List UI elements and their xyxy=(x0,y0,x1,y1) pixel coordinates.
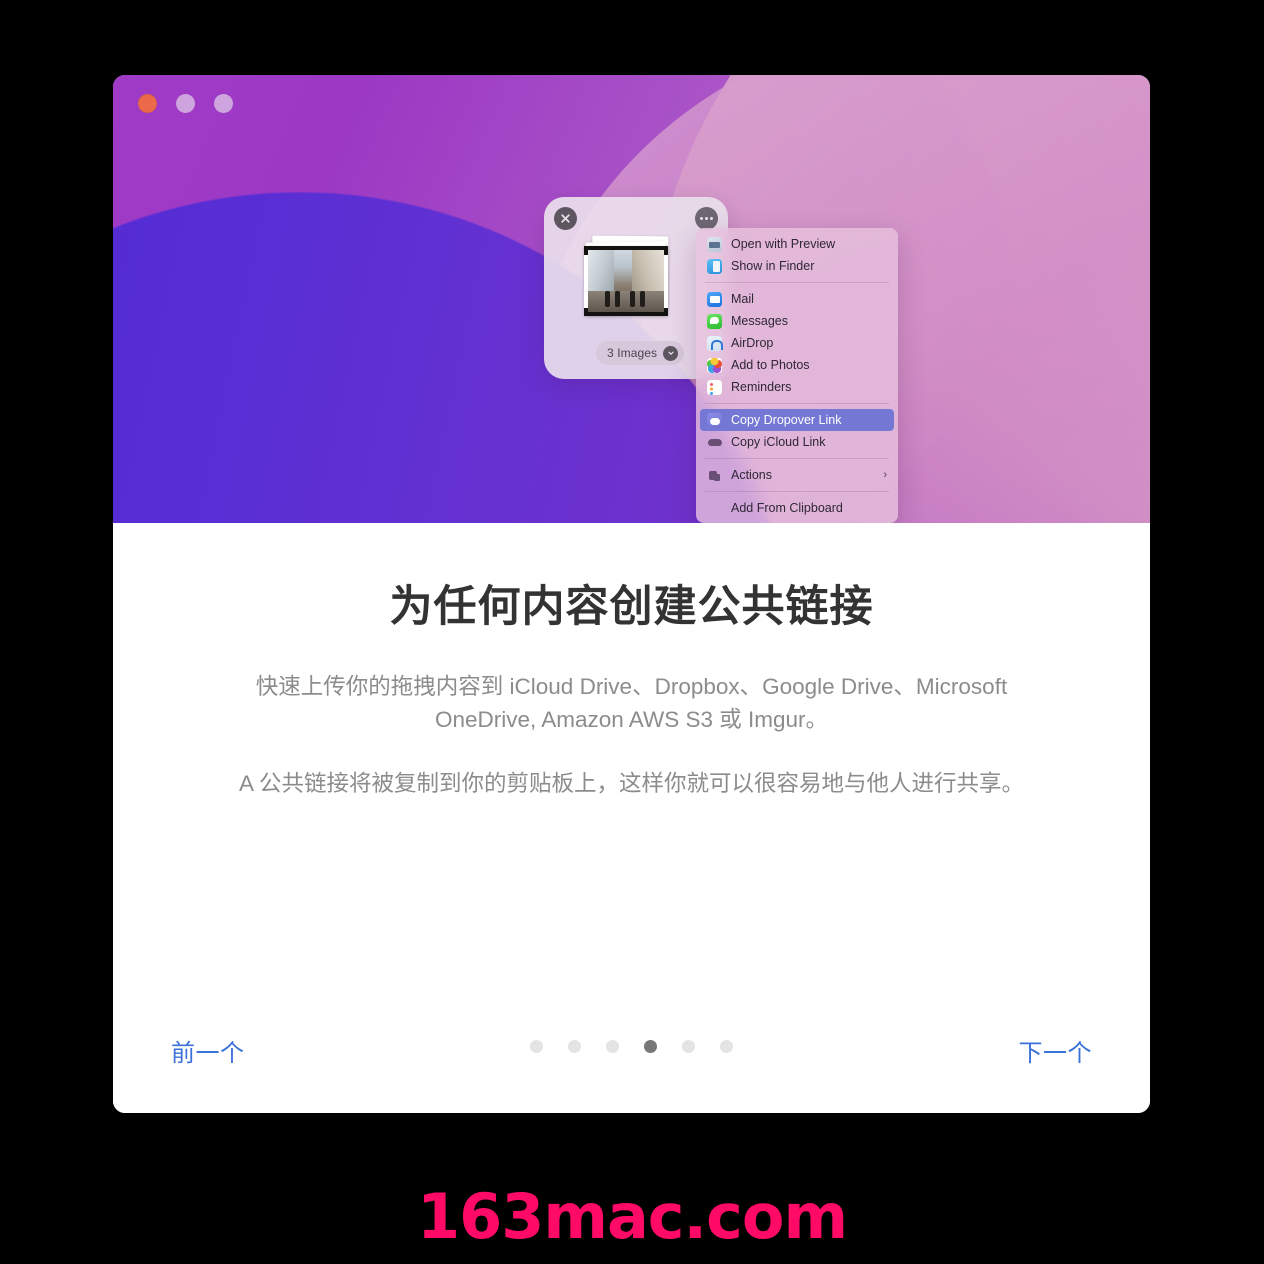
page-dot-5[interactable] xyxy=(682,1040,695,1053)
photos-icon xyxy=(707,357,722,373)
close-icon xyxy=(561,214,570,223)
menu-item-label: AirDrop xyxy=(731,335,774,350)
menu-item-mail[interactable]: Mail xyxy=(700,288,894,310)
minimize-button[interactable] xyxy=(176,94,195,113)
shelf-close-icon[interactable] xyxy=(554,207,577,230)
menu-item-open-with-preview[interactable]: Open with Preview xyxy=(700,233,894,255)
menu-item-label: Mail xyxy=(731,291,754,306)
image-stack-thumbnail[interactable] xyxy=(582,235,674,322)
photo-figure xyxy=(615,291,621,308)
page-dot-4[interactable] xyxy=(644,1040,657,1053)
blank-icon xyxy=(707,501,722,516)
page-title: 为任何内容创建公共链接 xyxy=(389,583,874,631)
window-controls xyxy=(138,94,233,113)
menu-item-label: Show in Finder xyxy=(731,258,815,273)
menu-separator xyxy=(705,282,889,283)
photo-building-left xyxy=(588,250,614,295)
photo-figure xyxy=(629,291,635,308)
menu-item-add-from-clipboard[interactable]: Add From Clipboard xyxy=(700,497,894,519)
menu-item-add-to-photos[interactable]: Add to Photos xyxy=(700,354,894,376)
menu-item-copy-dropover-link[interactable]: Copy Dropover Link xyxy=(700,409,894,431)
menu-item-actions[interactable]: Actions › xyxy=(700,464,894,486)
close-button[interactable] xyxy=(138,94,157,113)
menu-item-label: Copy Dropover Link xyxy=(731,412,842,427)
app-window: 3 Images Open with Preview Show in Finde… xyxy=(113,75,1150,1113)
page-dot-3[interactable] xyxy=(606,1040,619,1053)
page-dot-6[interactable] xyxy=(720,1040,733,1053)
page-indicator-dots xyxy=(113,1040,1150,1053)
messages-icon xyxy=(707,313,722,329)
hero-illustration: 3 Images Open with Preview Show in Finde… xyxy=(113,75,1150,523)
context-menu: Open with Preview Show in Finder Mail Me… xyxy=(696,228,898,523)
page-dot-2[interactable] xyxy=(568,1040,581,1053)
onboarding-footer: 前一个 下一个 xyxy=(113,993,1150,1113)
menu-item-messages[interactable]: Messages xyxy=(700,310,894,332)
menu-separator xyxy=(705,403,889,404)
menu-item-label: Add From Clipboard xyxy=(731,500,843,515)
menu-item-label: Copy iCloud Link xyxy=(731,434,826,449)
page-dot-1[interactable] xyxy=(530,1040,543,1053)
image-count-pill[interactable]: 3 Images xyxy=(596,341,685,365)
reminders-icon xyxy=(707,379,722,395)
dropover-icon xyxy=(707,412,722,428)
menu-item-copy-icloud-link[interactable]: Copy iCloud Link xyxy=(700,431,894,453)
menu-item-airdrop[interactable]: AirDrop xyxy=(700,332,894,354)
description-paragraph-1: 快速上传你的拖拽内容到 iCloud Drive、Dropbox、Google … xyxy=(255,674,1008,732)
description-paragraph-2: A 公共链接将被复制到你的剪贴板上，这样你就可以很容易地与他人进行共享。 xyxy=(238,771,1025,796)
menu-item-label: Reminders xyxy=(731,379,792,394)
mail-icon xyxy=(707,291,722,307)
menu-separator xyxy=(705,458,889,459)
photo-figure xyxy=(604,291,610,308)
menu-item-label: Add to Photos xyxy=(731,357,810,372)
ellipsis-dot xyxy=(700,217,703,220)
ellipsis-dot xyxy=(710,217,713,220)
image-count-label: 3 Images xyxy=(607,346,658,360)
icloud-icon xyxy=(707,435,722,450)
actions-icon xyxy=(707,468,722,483)
menu-separator xyxy=(705,491,889,492)
thumbnail-photo xyxy=(588,250,664,312)
menu-item-show-in-finder[interactable]: Show in Finder xyxy=(700,255,894,277)
menu-item-label: Open with Preview xyxy=(731,236,836,251)
photo-street xyxy=(588,290,664,312)
screenshot-root: 3 Images Open with Preview Show in Finde… xyxy=(0,0,1264,1264)
maximize-button[interactable] xyxy=(214,94,233,113)
thumbnail-sheet-front xyxy=(584,246,668,316)
chevron-right-icon: › xyxy=(883,469,887,481)
shelf-more-icon[interactable] xyxy=(695,207,718,230)
menu-item-label: Actions xyxy=(731,467,772,482)
watermark-text: 163mac.com xyxy=(416,1180,848,1253)
menu-item-label: Messages xyxy=(731,313,788,328)
ellipsis-dot xyxy=(705,217,708,220)
finder-icon xyxy=(707,258,722,274)
menu-item-reminders[interactable]: Reminders xyxy=(700,376,894,398)
next-button[interactable]: 下一个 xyxy=(1019,1033,1093,1068)
chevron-down-icon[interactable] xyxy=(663,345,679,361)
preview-icon xyxy=(707,236,722,252)
airdrop-icon xyxy=(707,335,723,351)
photo-figure xyxy=(639,291,645,308)
onboarding-content: 为任何内容创建公共链接 快速上传你的拖拽内容到 iCloud Drive、Dro… xyxy=(113,523,1150,1113)
